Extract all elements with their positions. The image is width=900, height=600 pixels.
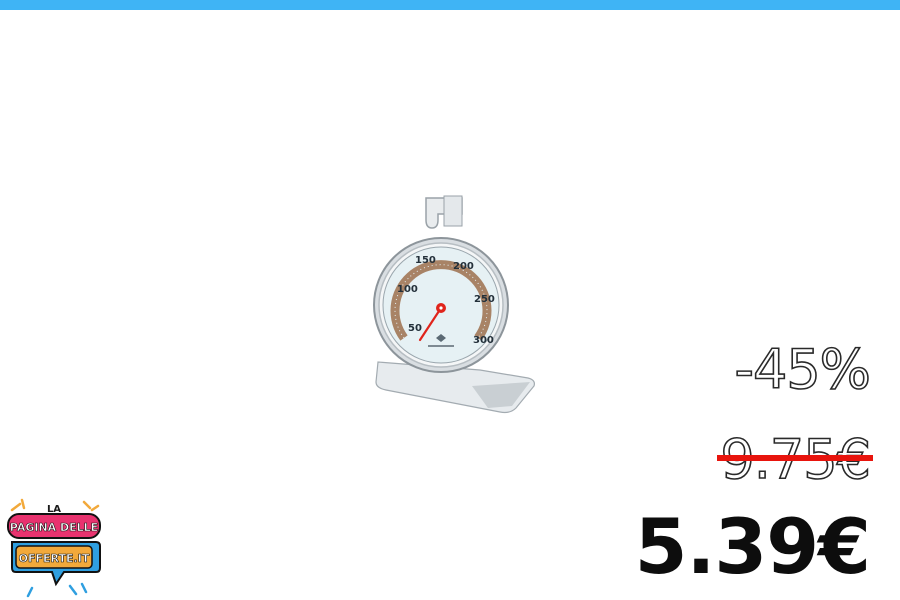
dial-number: 100 [397, 284, 418, 295]
dial-number: 200 [453, 261, 474, 272]
dial-number: 300 [473, 335, 494, 346]
old-price: 9.75€ [717, 427, 873, 492]
top-accent-bar [0, 0, 900, 10]
discount-percentage: -45% [734, 338, 872, 401]
oven-thermometer-icon: 50 100 150 200 250 300 [373, 195, 535, 414]
price-strikethrough [717, 455, 873, 461]
logo-offerte: OFFERTE.IT [19, 552, 90, 565]
logo-pagina-delle: PAGINA DELLE [10, 521, 98, 534]
la-pagina-delle-offerte-logo: LA PAGINA DELLE OFFERTE.IT [7, 498, 101, 598]
new-price: 5.39€ [634, 502, 871, 591]
dial-number: 150 [415, 255, 436, 266]
dial-number: 50 [408, 323, 422, 334]
dial-number: 250 [474, 294, 495, 305]
